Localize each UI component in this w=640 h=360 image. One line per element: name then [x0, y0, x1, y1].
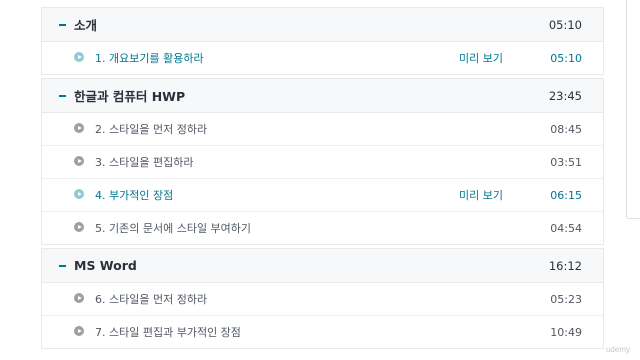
lecture-duration: 03:51: [550, 155, 582, 169]
lecture-duration: 10:49: [550, 325, 582, 339]
lecture-row[interactable]: 4. 부가적인 장점 미리 보기 06:15: [42, 178, 603, 211]
play-circle-icon[interactable]: [74, 52, 84, 62]
lecture-title-link[interactable]: 4. 부가적인 장점: [95, 187, 173, 203]
play-circle-icon: [74, 123, 84, 133]
section-header[interactable]: 소개 05:10: [42, 8, 603, 42]
section-ms-word: MS Word 16:12 6. 스타일을 먼저 정하라 05:23 7. 스타…: [41, 248, 604, 349]
preview-link[interactable]: 미리 보기: [459, 187, 503, 203]
lecture-duration: 08:45: [550, 122, 582, 136]
play-circle-icon: [74, 326, 84, 336]
lecture-row: 5. 기존의 문서에 스타일 부여하기 04:54: [42, 211, 603, 244]
section-title: 한글과 컴퓨터 HWP: [74, 89, 186, 104]
lecture-title: 7. 스타일 편집과 부가적인 장점: [95, 326, 241, 339]
section-header[interactable]: MS Word 16:12: [42, 249, 603, 283]
lecture-title-link[interactable]: 1. 개요보기를 활용하라: [95, 50, 204, 66]
section-title: MS Word: [74, 258, 137, 273]
play-circle-icon[interactable]: [74, 189, 84, 199]
preview-link[interactable]: 미리 보기: [459, 50, 503, 66]
play-circle-icon: [74, 293, 84, 303]
section-duration: 23:45: [548, 88, 582, 103]
lecture-row: 3. 스타일을 편집하라 03:51: [42, 145, 603, 178]
lecture-duration: 06:15: [550, 188, 582, 202]
section-duration: 16:12: [548, 258, 582, 273]
play-circle-icon: [74, 222, 84, 232]
lecture-duration: 04:54: [550, 221, 582, 235]
lecture-row: 2. 스타일을 먼저 정하라 08:45: [42, 113, 603, 145]
lecture-title: 6. 스타일을 먼저 정하라: [95, 293, 208, 306]
lecture-row[interactable]: 1. 개요보기를 활용하라 미리 보기 05:10: [42, 42, 603, 74]
section-intro: 소개 05:10 1. 개요보기를 활용하라 미리 보기 05:10: [41, 7, 604, 75]
play-circle-icon: [74, 156, 84, 166]
lecture-row: 7. 스타일 편집과 부가적인 장점 10:49: [42, 315, 603, 348]
course-curriculum: 소개 05:10 1. 개요보기를 활용하라 미리 보기 05:10 한글과 컴…: [41, 7, 604, 352]
lecture-duration: 05:10: [550, 51, 582, 65]
collapse-icon[interactable]: [59, 265, 66, 267]
lecture-duration: 05:23: [550, 292, 582, 306]
collapse-icon[interactable]: [59, 24, 66, 26]
section-header[interactable]: 한글과 컴퓨터 HWP 23:45: [42, 79, 603, 113]
lecture-title: 3. 스타일을 편집하라: [95, 156, 194, 169]
lecture-title: 2. 스타일을 먼저 정하라: [95, 123, 208, 136]
section-hwp: 한글과 컴퓨터 HWP 23:45 2. 스타일을 먼저 정하라 08:45 3…: [41, 78, 604, 245]
lecture-title: 5. 기존의 문서에 스타일 부여하기: [95, 222, 252, 235]
section-duration: 05:10: [548, 17, 582, 32]
sidebar-panel-edge: [626, 0, 640, 219]
collapse-icon[interactable]: [59, 95, 66, 97]
section-title: 소개: [74, 18, 98, 33]
watermark-logo: udemy: [605, 345, 630, 354]
lecture-row: 6. 스타일을 먼저 정하라 05:23: [42, 283, 603, 315]
